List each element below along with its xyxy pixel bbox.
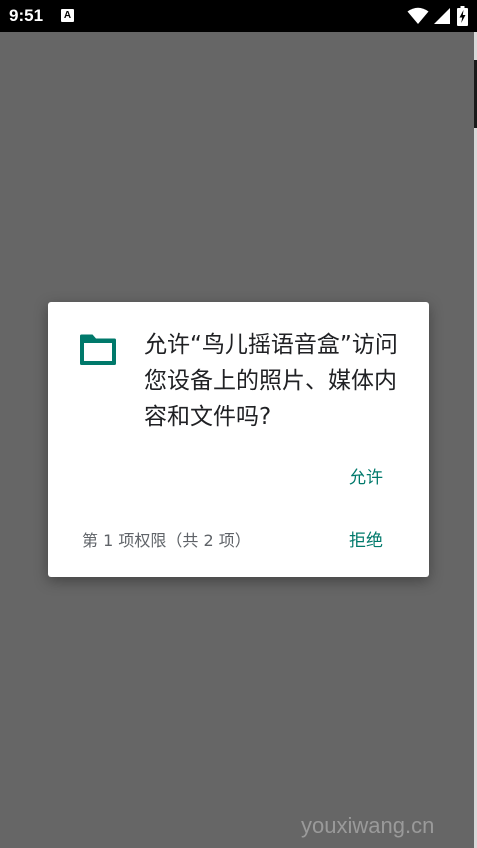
allow-button[interactable]: 允许: [338, 462, 394, 494]
wifi-icon: [407, 7, 429, 24]
watermark: youxiwang.cn: [301, 813, 435, 838]
folder-icon: [80, 334, 116, 365]
battery-charging-icon: [457, 6, 468, 26]
deny-button[interactable]: 拒绝: [338, 525, 394, 557]
status-bar: 9:51 A: [0, 0, 477, 32]
notification-icon: A: [61, 9, 74, 22]
dialog-message: 允许“鸟儿摇语音盒”访问您设备上的照片、媒体内容和文件吗?: [144, 332, 398, 430]
permission-dialog: 允许“鸟儿摇语音盒”访问您设备上的照片、媒体内容和文件吗? 允许 第 1 项权限…: [48, 302, 429, 577]
status-time: 9:51: [9, 6, 44, 25]
signal-icon: [434, 8, 450, 24]
permission-counter: 第 1 项权限（共 2 项）: [82, 531, 251, 550]
